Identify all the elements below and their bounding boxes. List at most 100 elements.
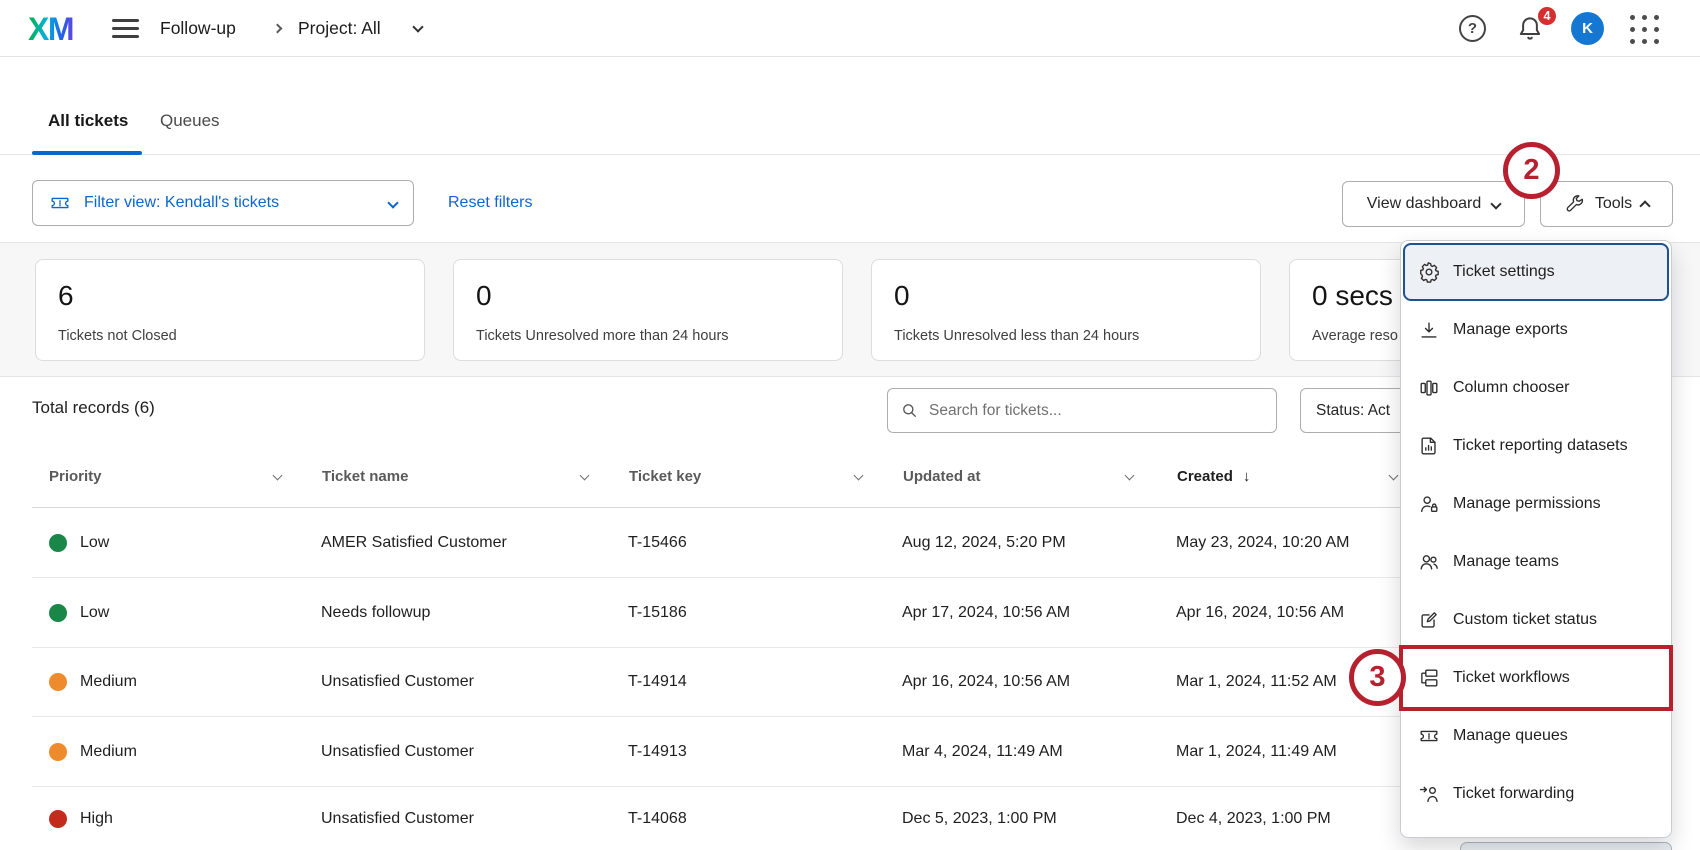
help-icon[interactable]: ? — [1459, 15, 1486, 42]
column-updated-at[interactable]: Updated at — [903, 462, 981, 492]
annotation-step-2: 2 — [1503, 142, 1560, 199]
chevron-down-icon — [387, 197, 398, 208]
reset-filters-link[interactable]: Reset filters — [448, 180, 532, 226]
filter-view-dropdown[interactable]: Filter view: Kendall's tickets — [32, 180, 414, 226]
xm-logo: XM — [28, 11, 73, 48]
priority-cell: High — [80, 810, 113, 828]
chevron-down-icon[interactable] — [412, 21, 423, 32]
ticket-key-cell: T-14914 — [628, 673, 687, 691]
stat-value: 0 — [894, 280, 1238, 312]
annotation-step-3: 3 — [1349, 649, 1406, 706]
ticket-key-cell: T-15466 — [628, 534, 687, 552]
menu-item-label: Ticket forwarding — [1453, 785, 1574, 803]
search-icon — [900, 401, 919, 420]
created-cell: Apr 16, 2024, 10:56 AM — [1176, 604, 1344, 622]
priority-dot — [49, 534, 67, 552]
avatar[interactable]: K — [1571, 12, 1604, 45]
updated-at-cell: Mar 4, 2024, 11:49 AM — [902, 743, 1063, 761]
hidden-button-edge — [1460, 842, 1672, 850]
menu-item-label: Ticket reporting datasets — [1453, 437, 1628, 455]
person-lock-icon — [1418, 493, 1440, 515]
priority-cell: Medium — [80, 673, 137, 691]
ticket-name-cell: Unsatisfied Customer — [321, 810, 474, 828]
ticket-key-cell: T-14913 — [628, 743, 687, 761]
priority-dot — [49, 604, 67, 622]
menu-item-label: Ticket workflows — [1453, 669, 1570, 687]
stat-card-unresolved-less-24h: 0 Tickets Unresolved less than 24 hours — [871, 259, 1261, 361]
priority-cell: Low — [80, 604, 109, 622]
search-input[interactable] — [929, 402, 1264, 420]
created-cell: Dec 4, 2023, 1:00 PM — [1176, 810, 1331, 828]
stat-card-not-closed: 6 Tickets not Closed — [35, 259, 425, 361]
stat-label: Tickets Unresolved more than 24 hours — [476, 328, 820, 344]
chevron-down-icon[interactable] — [1389, 471, 1399, 481]
menu-item-label: Column chooser — [1453, 379, 1570, 397]
menu-item-ticket-reporting-datasets[interactable]: Ticket reporting datasets — [1403, 417, 1669, 475]
tabs-bar: All tickets Queues — [0, 57, 1700, 155]
chevron-down-icon[interactable] — [580, 471, 590, 481]
chevron-down-icon[interactable] — [1125, 471, 1135, 481]
total-records-label: Total records (6) — [32, 398, 155, 418]
active-tab-underline — [32, 151, 142, 155]
updated-at-cell: Apr 16, 2024, 10:56 AM — [902, 673, 1070, 691]
column-created[interactable]: Created↓ — [1177, 462, 1250, 492]
chevron-down-icon[interactable] — [273, 471, 283, 481]
ticket-icon — [1418, 725, 1440, 747]
menu-item-custom-ticket-status[interactable]: Custom ticket status — [1403, 591, 1669, 649]
menu-item-label: Manage teams — [1453, 553, 1559, 571]
ticket-search-box — [887, 388, 1277, 433]
priority-dot — [49, 673, 67, 691]
column-ticket-key[interactable]: Ticket key — [629, 462, 701, 492]
created-cell: Mar 1, 2024, 11:52 AM — [1176, 673, 1337, 691]
updated-at-cell: Dec 5, 2023, 1:00 PM — [902, 810, 1057, 828]
priority-cell: Medium — [80, 743, 137, 761]
ticket-followup-page: XM Follow-up Project: All ? 4 K All tick… — [0, 0, 1700, 850]
tools-button[interactable]: Tools — [1540, 181, 1673, 227]
menu-item-label: Custom ticket status — [1453, 611, 1597, 629]
priority-dot — [49, 810, 67, 828]
breadcrumb-project[interactable]: Follow-up — [160, 0, 236, 57]
menu-item-ticket-forwarding[interactable]: Ticket forwarding — [1403, 765, 1669, 823]
updated-at-cell: Aug 12, 2024, 5:20 PM — [902, 534, 1066, 552]
view-dashboard-label: View dashboard — [1367, 195, 1481, 213]
menu-item-manage-teams[interactable]: Manage teams — [1403, 533, 1669, 591]
chevron-right-icon — [273, 24, 283, 34]
menu-item-manage-permissions[interactable]: Manage permissions — [1403, 475, 1669, 533]
report-icon — [1418, 435, 1440, 457]
menu-item-ticket-workflows[interactable]: Ticket workflows — [1403, 649, 1669, 707]
hamburger-menu-icon[interactable] — [112, 19, 139, 38]
chevron-down-icon — [1491, 198, 1502, 209]
menu-item-manage-exports[interactable]: Manage exports — [1403, 301, 1669, 359]
menu-item-label: Manage queues — [1453, 727, 1568, 745]
priority-cell: Low — [80, 534, 109, 552]
menu-item-ticket-settings[interactable]: Ticket settings — [1403, 243, 1669, 301]
breadcrumb-scope[interactable]: Project: All — [298, 0, 381, 57]
ticket-key-cell: T-15186 — [628, 604, 687, 622]
tab-queues[interactable]: Queues — [160, 111, 220, 131]
ticket-name-cell: Unsatisfied Customer — [321, 743, 474, 761]
chevron-up-icon — [1640, 200, 1651, 211]
column-priority[interactable]: Priority — [49, 462, 102, 492]
gear-icon — [1418, 261, 1440, 283]
view-dashboard-button[interactable]: View dashboard — [1342, 181, 1525, 227]
top-bar: XM Follow-up Project: All ? 4 K — [0, 0, 1700, 57]
stat-value: 6 — [58, 280, 402, 312]
sort-descending-icon: ↓ — [1243, 468, 1251, 485]
notification-count-badge: 4 — [1536, 5, 1558, 27]
apps-grid-icon[interactable] — [1630, 15, 1659, 44]
menu-item-manage-queues[interactable]: Manage queues — [1403, 707, 1669, 765]
created-cell: May 23, 2024, 10:20 AM — [1176, 534, 1349, 552]
menu-item-label: Manage exports — [1453, 321, 1568, 339]
column-ticket-name[interactable]: Ticket name — [322, 462, 408, 492]
columns-icon — [1418, 377, 1440, 399]
tab-all-tickets[interactable]: All tickets — [48, 111, 128, 131]
chevron-down-icon[interactable] — [854, 471, 864, 481]
tools-label: Tools — [1595, 195, 1632, 213]
workflow-icon — [1418, 667, 1440, 689]
stat-value: 0 — [476, 280, 820, 312]
priority-dot — [49, 743, 67, 761]
menu-item-column-chooser[interactable]: Column chooser — [1403, 359, 1669, 417]
stat-card-unresolved-more-24h: 0 Tickets Unresolved more than 24 hours — [453, 259, 843, 361]
download-icon — [1418, 319, 1440, 341]
edit-icon — [1418, 609, 1440, 631]
